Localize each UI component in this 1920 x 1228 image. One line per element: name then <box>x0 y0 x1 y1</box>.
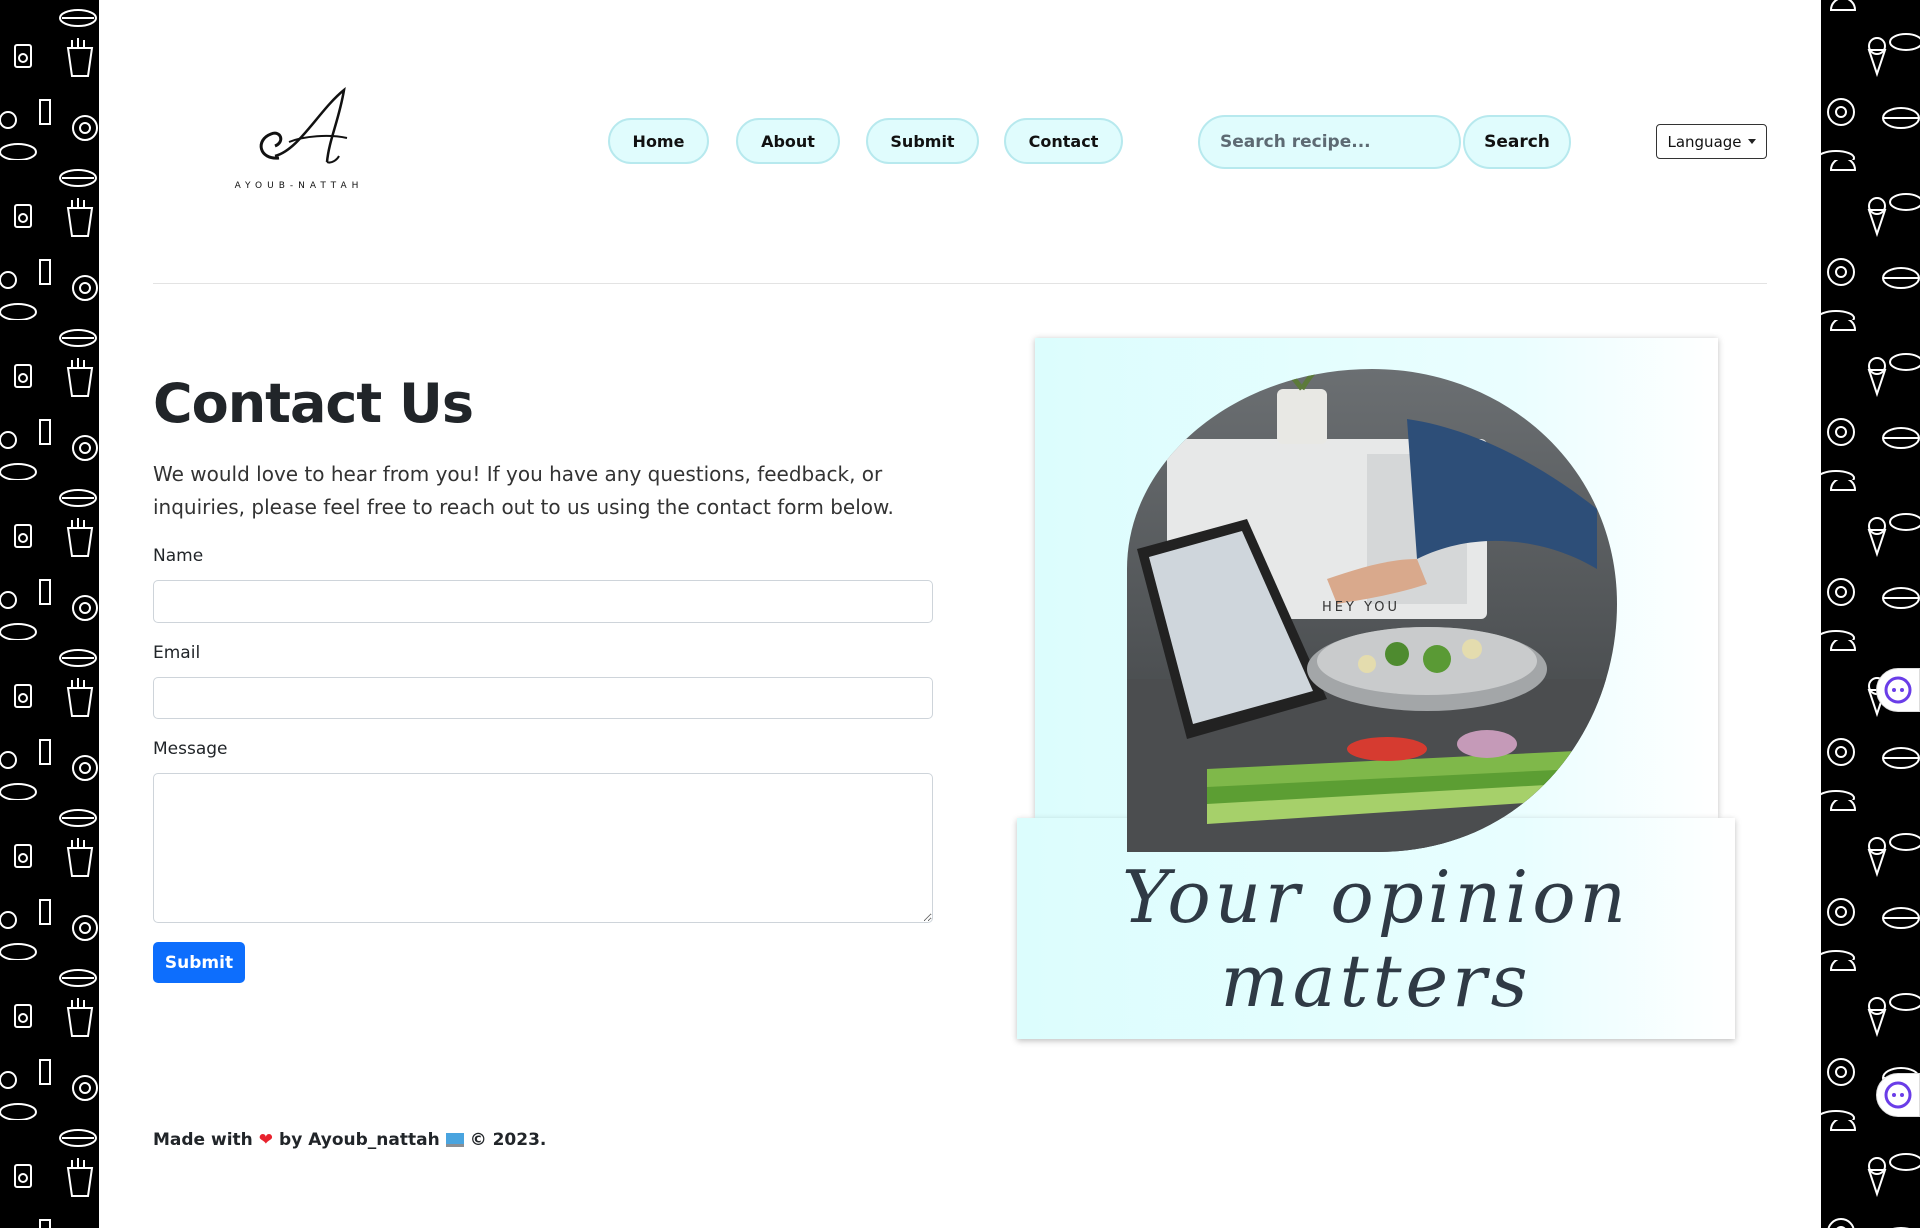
logo-text: AYOUB-NATTAH <box>234 181 364 191</box>
nav-contact-label: Contact <box>1028 131 1099 151</box>
nav-home-label: Home <box>632 131 685 151</box>
nav-about[interactable]: About <box>736 118 840 164</box>
search-button[interactable]: Search <box>1463 115 1571 169</box>
cooking-photo: HEY YOU <box>1127 369 1617 852</box>
chatbot-widget-button-2[interactable] <box>1876 1073 1920 1117</box>
search-input[interactable] <box>1198 115 1461 169</box>
name-label: Name <box>153 546 204 566</box>
email-field[interactable] <box>153 677 933 719</box>
chatbot-icon <box>1884 1081 1912 1109</box>
heart-icon: ❤ <box>258 1130 274 1150</box>
nav-submit-label: Submit <box>890 131 955 151</box>
nav-contact[interactable]: Contact <box>1004 118 1123 164</box>
email-label: Email <box>153 643 201 663</box>
nav-submit[interactable]: Submit <box>866 118 979 164</box>
message-label: Message <box>153 739 228 759</box>
intro-text: We would love to hear from you! If you h… <box>153 462 894 519</box>
submit-button[interactable]: Submit <box>153 942 245 983</box>
laptop-icon <box>445 1133 464 1147</box>
language-label: Language <box>1667 132 1742 151</box>
footer-year: © 2023. <box>469 1130 547 1150</box>
language-dropdown[interactable]: Language <box>1656 124 1767 159</box>
message-field[interactable] <box>153 773 933 923</box>
opinion-caption: Your opinion matters <box>1122 855 1630 1023</box>
site-logo[interactable]: AYOUB-NATTAH <box>189 30 409 250</box>
footer-made-with: Made with <box>153 1130 253 1150</box>
photo-overlay-text: HEY YOU <box>1322 600 1400 615</box>
name-field[interactable] <box>153 580 933 623</box>
food-pattern-left <box>0 0 99 1228</box>
caret-down-icon <box>1747 139 1756 144</box>
chatbot-widget-button[interactable] <box>1876 668 1920 712</box>
nav-about-label: About <box>761 131 815 151</box>
logo-signature-icon <box>259 86 348 164</box>
header-divider <box>153 283 1767 284</box>
footer-author: by Ayoub_nattah <box>279 1130 440 1150</box>
chatbot-icon <box>1884 676 1912 704</box>
main-page: AYOUB-NATTAH Home About Submit Contact S… <box>99 0 1821 1228</box>
footer: Made with ❤ by Ayoub_nattah © 2023. <box>153 1130 546 1150</box>
nav-home[interactable]: Home <box>608 118 709 164</box>
page-title: Contact Us <box>153 372 474 435</box>
food-pattern-right <box>1821 0 1920 1228</box>
